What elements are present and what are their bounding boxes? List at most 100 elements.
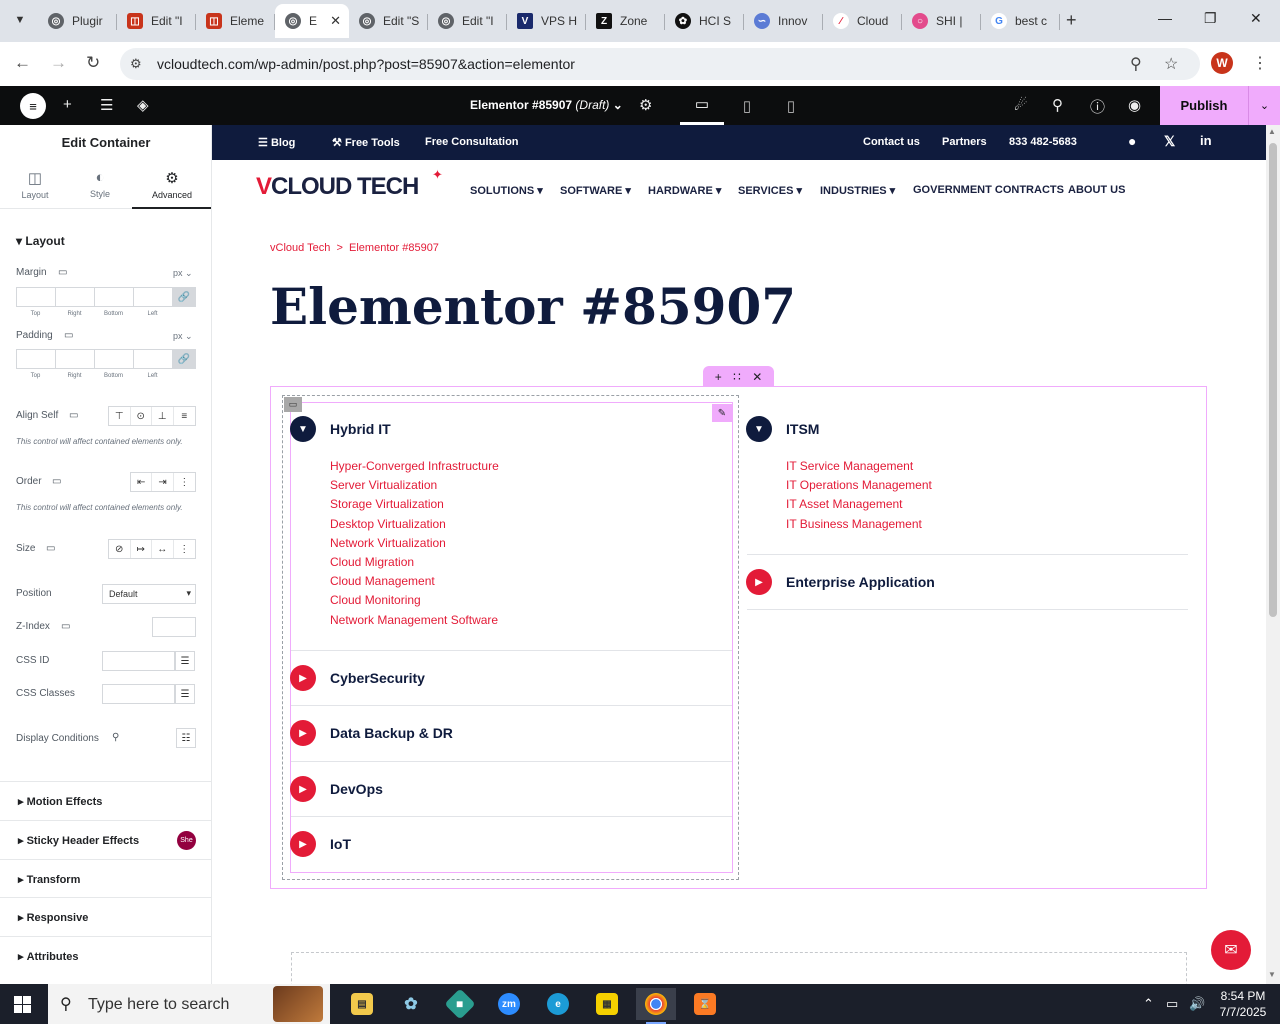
accordion-item-iot[interactable]: ▶ IoT bbox=[290, 831, 351, 857]
zoom-app-icon[interactable]: zm bbox=[489, 988, 529, 1020]
padding-unit[interactable]: px ⌄ bbox=[173, 331, 193, 342]
edge-browser-icon[interactable]: e bbox=[538, 988, 578, 1020]
document-title[interactable]: Elementor #85907 (Draft) ⌄ bbox=[470, 98, 623, 112]
free-consultation-link[interactable]: Free Consultation bbox=[425, 136, 519, 148]
sticky-notes-icon[interactable]: ▦ bbox=[587, 988, 627, 1020]
back-arrow-icon[interactable]: ← bbox=[14, 53, 31, 73]
css-id-input[interactable] bbox=[102, 651, 175, 671]
attributes-section[interactable]: ▸ Attributes bbox=[0, 936, 211, 975]
align-center-icon[interactable]: ⊙ bbox=[131, 407, 152, 425]
new-tab-icon[interactable]: + bbox=[1066, 10, 1077, 31]
app-icon[interactable]: ✿ bbox=[391, 988, 431, 1020]
desktop-responsive-icon[interactable]: ▭ bbox=[46, 543, 55, 554]
tray-chevron-up-icon[interactable]: ⌃ bbox=[1143, 996, 1154, 1012]
size-custom-icon[interactable]: ⋮ bbox=[174, 540, 195, 558]
size-none-icon[interactable]: ⊘ bbox=[109, 540, 131, 558]
profile-avatar[interactable]: W bbox=[1211, 52, 1233, 74]
scroll-up-icon[interactable]: ▲ bbox=[1268, 127, 1276, 136]
tab-search-chevron-icon[interactable]: ▼ bbox=[8, 8, 32, 32]
margin-unit[interactable]: px ⌄ bbox=[173, 268, 193, 279]
link-values-icon[interactable]: 🔗 bbox=[172, 349, 196, 369]
forward-arrow-icon[interactable]: → bbox=[50, 53, 67, 73]
chat-bubble-icon[interactable]: ✉ bbox=[1211, 930, 1251, 970]
link-it-service-management[interactable]: IT Service Management bbox=[786, 459, 913, 473]
elementor-logo-icon[interactable]: ≡ bbox=[20, 93, 46, 119]
link-hyper-converged[interactable]: Hyper-Converged Infrastructure bbox=[330, 459, 499, 473]
search-icon[interactable]: ⚲ bbox=[1052, 96, 1063, 114]
layout-section-header[interactable]: ▾ Layout bbox=[16, 234, 65, 248]
align-end-icon[interactable]: ⊥ bbox=[152, 407, 174, 425]
tab-style[interactable]: ◐ Style bbox=[65, 163, 135, 209]
url-text[interactable]: vcloudtech.com/wp-admin/post.php?post=85… bbox=[157, 56, 575, 72]
volume-icon[interactable]: 🔊 bbox=[1189, 996, 1205, 1012]
menu-solutions[interactable]: SOLUTIONS ▾ bbox=[470, 184, 543, 197]
clock[interactable]: 8:54 PM 7/7/2025 bbox=[1212, 988, 1274, 1020]
link-it-business-management[interactable]: IT Business Management bbox=[786, 517, 922, 531]
address-bar[interactable]: ⚙ vcloudtech.com/wp-admin/post.php?post=… bbox=[120, 48, 1200, 80]
dynamic-tags-icon[interactable]: ☰ bbox=[175, 684, 195, 704]
add-container-icon[interactable]: + bbox=[715, 370, 722, 384]
container-select-icon[interactable]: ▭ bbox=[284, 397, 302, 412]
blog-link[interactable]: ☰ Blog bbox=[258, 136, 295, 149]
browser-tab[interactable]: ∽ Innov bbox=[744, 4, 823, 38]
close-window-icon[interactable]: ✕ bbox=[1250, 10, 1262, 27]
site-info-icon[interactable]: ⚙ bbox=[130, 56, 142, 72]
margin-left-input[interactable] bbox=[133, 287, 172, 307]
browser-tab[interactable]: ◎ Plugir bbox=[38, 4, 117, 38]
browser-tab[interactable]: ◎ Edit "S bbox=[349, 4, 428, 38]
tab-layout[interactable]: ◫ Layout bbox=[0, 163, 70, 209]
padding-top-input[interactable] bbox=[16, 349, 55, 369]
margin-top-input[interactable] bbox=[16, 287, 55, 307]
zoom-icon[interactable]: ⚲ bbox=[1130, 54, 1142, 74]
scroll-down-icon[interactable]: ▼ bbox=[1268, 970, 1276, 979]
order-custom-icon[interactable]: ⋮ bbox=[174, 473, 195, 491]
size-grow-icon[interactable]: ↦ bbox=[131, 540, 152, 558]
xampp-app-icon[interactable]: ⌛ bbox=[685, 988, 725, 1020]
partners-link[interactable]: Partners bbox=[942, 136, 987, 148]
restore-icon[interactable]: ❐ bbox=[1204, 10, 1217, 27]
link-values-icon[interactable]: 🔗 bbox=[172, 287, 196, 307]
responsive-section[interactable]: ▸ Responsive bbox=[0, 897, 211, 936]
display-conditions-button[interactable]: ☷ bbox=[176, 728, 196, 748]
close-tab-icon[interactable]: ✕ bbox=[330, 13, 341, 29]
app-diamond-icon[interactable]: ◆ bbox=[440, 988, 480, 1020]
desktop-responsive-icon[interactable]: ▭ bbox=[52, 476, 61, 487]
vcloud-tech-logo[interactable]: VCLOUD TECH bbox=[256, 173, 419, 201]
browser-tab[interactable]: Gbest c bbox=[981, 4, 1060, 38]
preview-scrollbar[interactable]: ▲ ▼ bbox=[1266, 125, 1280, 984]
align-start-icon[interactable]: ⊤ bbox=[109, 407, 131, 425]
browser-tab[interactable]: V VPS H bbox=[507, 4, 586, 38]
accordion-item-hybrid-it[interactable]: ▼ Hybrid IT bbox=[290, 416, 391, 442]
margin-bottom-input[interactable] bbox=[94, 287, 133, 307]
browser-tab[interactable]: ◫ Eleme bbox=[196, 4, 275, 38]
accordion-item-data-backup[interactable]: ▶ Data Backup & DR bbox=[290, 720, 453, 746]
desktop-responsive-icon[interactable]: ▭ bbox=[58, 267, 67, 278]
publish-options-chevron-icon[interactable]: ⌄ bbox=[1248, 86, 1280, 125]
browser-tab[interactable]: Z Zone bbox=[586, 4, 665, 38]
css-classes-input[interactable] bbox=[102, 684, 175, 704]
link-it-operations-management[interactable]: IT Operations Management bbox=[786, 478, 932, 492]
menu-software[interactable]: SOFTWARE ▾ bbox=[560, 184, 631, 197]
link-cloud-management[interactable]: Cloud Management bbox=[330, 574, 435, 588]
tablet-device-icon[interactable]: ▯ bbox=[725, 86, 769, 125]
link-network-management-software[interactable]: Network Management Software bbox=[330, 613, 498, 627]
link-server-virtualization[interactable]: Server Virtualization bbox=[330, 478, 437, 492]
site-settings-icon[interactable]: ☰ bbox=[100, 96, 113, 114]
tab-advanced[interactable]: ⚙ Advanced bbox=[132, 163, 211, 209]
preview-eye-icon[interactable]: ◉ bbox=[1128, 96, 1141, 114]
browser-tab[interactable]: ✿ HCI S bbox=[665, 4, 744, 38]
browser-tab[interactable]: ◫ Edit "I bbox=[117, 4, 196, 38]
link-cloud-monitoring[interactable]: Cloud Monitoring bbox=[330, 593, 421, 607]
notes-icon[interactable]: ☄ bbox=[1014, 96, 1027, 114]
windows-start-icon[interactable] bbox=[14, 996, 31, 1013]
accordion-item-itsm[interactable]: ▼ ITSM bbox=[746, 416, 819, 442]
link-storage-virtualization[interactable]: Storage Virtualization bbox=[330, 497, 444, 511]
linkedin-icon[interactable]: in bbox=[1200, 133, 1212, 148]
facebook-icon[interactable]: ● bbox=[1128, 133, 1136, 149]
link-it-asset-management[interactable]: IT Asset Management bbox=[786, 497, 903, 511]
mobile-device-icon[interactable]: ▯ bbox=[769, 86, 813, 125]
motion-effects-section[interactable]: ▸ Motion Effects bbox=[0, 781, 211, 820]
minimize-icon[interactable]: — bbox=[1158, 10, 1172, 26]
menu-hardware[interactable]: HARDWARE ▾ bbox=[648, 184, 721, 197]
file-explorer-icon[interactable]: ▤ bbox=[342, 988, 382, 1020]
